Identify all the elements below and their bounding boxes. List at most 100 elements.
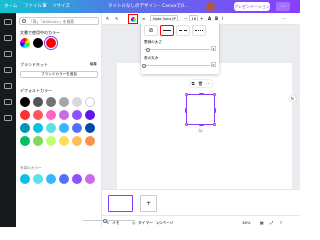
file-menu[interactable]: ファイル — [24, 3, 42, 9]
stroke-dotted-option[interactable] — [192, 25, 206, 36]
color-wheel-icon — [130, 16, 136, 22]
rail-brand-icon[interactable] — [4, 83, 12, 89]
resize-handle-top[interactable] — [199, 93, 204, 95]
color-button[interactable] — [128, 14, 138, 24]
default-color-swatch[interactable] — [85, 136, 95, 146]
default-color-swatch[interactable] — [85, 110, 95, 120]
brand-kit-title: ブランドキット — [20, 62, 48, 67]
side-rail — [0, 13, 16, 227]
photo-color-swatch[interactable] — [72, 174, 82, 184]
duplicate-icon[interactable]: ⧉ — [192, 81, 195, 86]
selected-square-element[interactable] — [185, 93, 216, 126]
add-brand-colors-button[interactable]: ブランドカラーを追加 — [20, 71, 98, 78]
default-color-swatch[interactable] — [59, 136, 69, 146]
no-stroke-icon: ⊘ — [148, 27, 154, 34]
default-color-swatch[interactable] — [72, 110, 82, 120]
brand-kit-edit-link[interactable]: 編集 — [90, 62, 97, 67]
stroke-solid-option[interactable] — [160, 25, 174, 36]
default-color-swatch[interactable] — [85, 97, 95, 107]
grid-view-icon[interactable]: ▦ — [260, 220, 264, 225]
rotate-icon[interactable]: ↻ — [198, 128, 203, 133]
crop-icon[interactable]: ⇱ — [106, 16, 109, 21]
stroke-none-option[interactable]: ⊘ — [144, 25, 158, 36]
design-title[interactable]: タイトルなしのデザイン - CanvaでO... — [108, 3, 188, 9]
default-color-swatch[interactable] — [46, 123, 56, 133]
more-icon[interactable]: ⋯ — [276, 2, 290, 11]
photo-color-swatch[interactable] — [46, 174, 56, 184]
document-color-swatch-selected[interactable] — [46, 38, 56, 48]
zoom-slider[interactable] — [83, 218, 135, 223]
default-color-swatch[interactable] — [20, 110, 30, 120]
photo-color-swatch[interactable] — [59, 174, 69, 184]
corner-radius-value[interactable]: 0 — [211, 62, 216, 67]
default-color-swatch[interactable] — [20, 123, 30, 133]
default-color-swatch[interactable] — [20, 97, 30, 107]
status-bar: ✎ メモ ◷ タイマー 1/1ページ 38% ▦ ⤢ ? — [102, 215, 300, 227]
fullscreen-icon[interactable]: ⤢ — [270, 220, 273, 225]
rail-uploads-icon[interactable] — [4, 51, 12, 57]
photo-color-swatch[interactable] — [85, 174, 95, 184]
more-icon[interactable]: ⋯ — [206, 81, 210, 86]
slider-knob[interactable] — [142, 63, 146, 68]
search-icon — [22, 19, 26, 23]
stroke-weight-slider[interactable] — [144, 47, 210, 52]
color-panel: 「青」「#00c4cc」を検索 文書で使用中のカラー ブランドキット 編集 ブラ… — [16, 13, 102, 227]
home-menu[interactable]: ホーム — [4, 3, 17, 9]
help-icon[interactable]: ? — [280, 220, 282, 225]
resize-handle[interactable] — [213, 123, 216, 126]
timer-button[interactable]: タイマー — [138, 220, 153, 226]
stroke-dashed-option[interactable] — [176, 25, 190, 36]
resize-menu[interactable]: リサイズ — [52, 3, 70, 9]
document-color-swatch[interactable] — [33, 38, 43, 48]
default-color-swatch[interactable] — [46, 136, 56, 146]
stroke-weight-value[interactable]: 4 — [211, 46, 216, 51]
default-color-swatch[interactable] — [59, 97, 69, 107]
resize-handle[interactable] — [185, 123, 188, 126]
corner-radius-slider[interactable] — [142, 63, 210, 68]
delete-icon[interactable]: 🗑 — [198, 81, 203, 86]
resize-handle-bottom[interactable] — [199, 124, 204, 126]
add-page-button[interactable]: + — [140, 195, 157, 212]
add-color-button[interactable] — [20, 38, 30, 48]
default-color-swatch[interactable] — [85, 123, 95, 133]
rail-templates-icon[interactable] — [4, 19, 12, 25]
element-quick-actions: ⧉ 🗑 ⋯ — [190, 80, 212, 87]
page-thumbnail[interactable] — [108, 195, 133, 212]
photo-color-swatch[interactable] — [33, 174, 43, 184]
avatar[interactable] — [206, 2, 215, 11]
default-color-swatch[interactable] — [33, 123, 43, 133]
default-color-swatch[interactable] — [72, 97, 82, 107]
default-color-swatch[interactable] — [33, 97, 43, 107]
default-color-swatch[interactable] — [33, 136, 43, 146]
default-color-swatch[interactable] — [72, 136, 82, 146]
present-button[interactable]: プレゼンテーション — [234, 2, 270, 11]
zoom-slider-knob[interactable] — [103, 218, 107, 223]
refresh-icon[interactable]: ↻ — [289, 95, 296, 102]
resize-handle[interactable] — [213, 93, 216, 96]
more-options-icon[interactable]: ⋯ — [282, 16, 286, 21]
edit-image-icon[interactable]: ✎ — [115, 16, 118, 21]
default-color-swatch[interactable] — [72, 123, 82, 133]
default-color-swatch[interactable] — [59, 110, 69, 120]
stroke-weight-label: 罫線の太さ — [144, 40, 162, 44]
resize-handle-left[interactable] — [185, 108, 187, 113]
resize-handle-right[interactable] — [214, 108, 216, 113]
default-color-swatch[interactable] — [33, 110, 43, 120]
default-color-swatch[interactable] — [20, 136, 30, 146]
rail-apps-icon[interactable] — [4, 115, 12, 121]
slider-knob[interactable] — [145, 47, 150, 52]
default-color-swatch[interactable] — [59, 123, 69, 133]
crown-icon: ♛ — [42, 2, 48, 9]
rail-projects-icon[interactable] — [4, 99, 12, 105]
default-color-swatch[interactable] — [46, 110, 56, 120]
color-search-input[interactable]: 「青」「#00c4cc」を検索 — [19, 17, 99, 25]
top-bar: ホーム ファイル ♛ リサイズ タイトルなしのデザイン - CanvaでO...… — [0, 0, 300, 13]
document-colors-title: 文書で使用中のカラー — [20, 30, 60, 35]
zoom-value[interactable]: 38% — [242, 220, 250, 225]
rail-text-icon[interactable] — [4, 67, 12, 73]
default-color-swatch[interactable] — [46, 97, 56, 107]
rail-elements-icon[interactable] — [4, 35, 12, 41]
resize-handle[interactable] — [185, 93, 188, 96]
italic-icon[interactable]: I — [222, 16, 223, 21]
photo-color-swatch[interactable] — [20, 174, 30, 184]
